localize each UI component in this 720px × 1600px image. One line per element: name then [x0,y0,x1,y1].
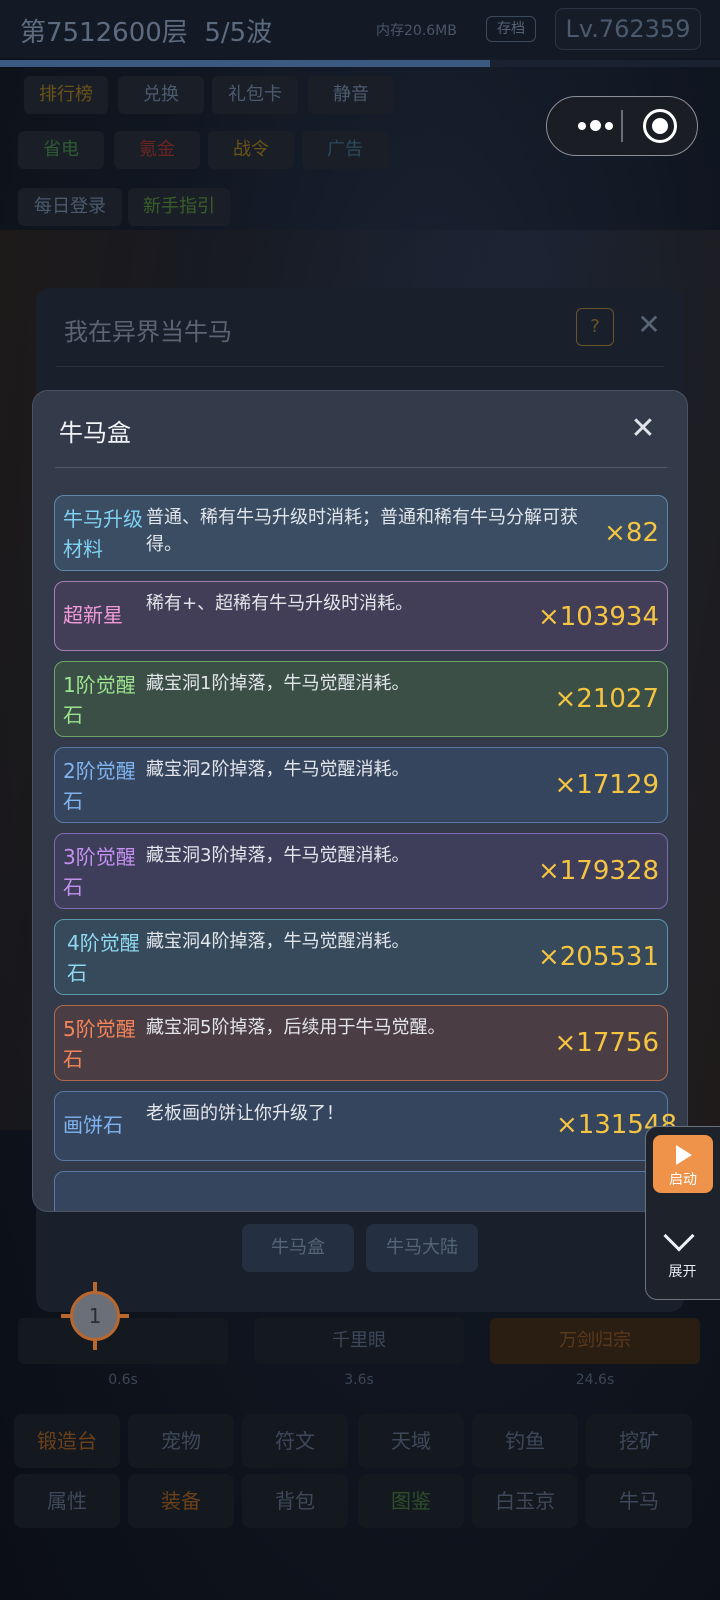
marker-tick-left [61,1314,71,1318]
chip-mute[interactable]: 静音 [308,76,394,114]
item-description: 藏宝洞1阶掉落，牛马觉醒消耗。 [146,673,410,694]
chip-ranking[interactable]: 排行榜 [24,76,108,114]
item-description: 稀有+、超稀有牛马升级时消耗。 [146,593,414,614]
more-options-icon[interactable] [567,97,623,154]
nav-equipment[interactable]: 装备 [128,1474,234,1528]
skill-slot-3[interactable]: 万剑归宗 [490,1318,700,1364]
memory-usage: 内存20.6MB [376,23,457,39]
step-marker: 1 [70,1291,120,1341]
list-item-partial [54,1171,668,1211]
save-button[interactable]: 存档 [486,16,536,42]
nav-mining[interactable]: 挖矿 [586,1414,692,1468]
item-name: 画饼石 [63,1113,123,1137]
tab-niuma-continent[interactable]: 牛马大陆 [366,1224,478,1272]
chip-gift-card[interactable]: 礼包卡 [212,76,298,114]
item-count: ×21027 [554,684,660,714]
auto-battle-panel: 启动 展开 [645,1126,720,1300]
item-count: ×103934 [537,602,659,632]
item-count: ×82 [604,518,659,548]
nav-attributes[interactable]: 属性 [14,1474,120,1528]
chip-ads[interactable]: 广告 [302,131,388,169]
list-item: 画饼石 老板画的饼让你升级了！ ×131548 [54,1091,677,1161]
menu-divider [621,110,623,142]
list-item: 超新星 稀有+、超稀有牛马升级时消耗。 ×103934 [54,581,668,651]
play-icon [676,1145,692,1165]
wave-progress-bar [0,60,720,67]
chip-exchange[interactable]: 兑换 [118,76,204,114]
chip-recharge[interactable]: 氪金 [114,131,200,169]
background-dialog-title: 我在异界当牛马 [64,318,232,346]
item-name: 3阶觉醒石 [63,845,136,899]
item-count: ×17756 [554,1028,660,1058]
list-item: 牛马升级材料 普通、稀有牛马升级时消耗；普通和稀有牛马分解可获得。 ×82 [54,495,668,571]
floor-wave-text: 第7512600层 5/5波 [20,12,272,49]
wave-progress-fill [0,60,490,67]
nav-forge[interactable]: 锻造台 [14,1414,120,1468]
list-item: 1阶觉醒石 藏宝洞1阶掉落，牛马觉醒消耗。 ×21027 [54,661,668,737]
item-count: ×205531 [537,942,659,972]
dialog-title: 牛马盒 [59,419,131,447]
skill-cooldown-2: 3.6s [344,1372,374,1388]
marker-tick-top [93,1282,97,1292]
item-name: 2阶觉醒石 [63,759,136,813]
item-description: 藏宝洞3阶掉落，牛马觉醒消耗。 [146,845,410,866]
list-item: 5阶觉醒石 藏宝洞5阶掉落，后续用于牛马觉醒。 ×17756 [54,1005,668,1081]
nav-codex[interactable]: 图鉴 [358,1474,464,1528]
marker-tick-bottom [93,1340,97,1350]
level-display: Lv.762359 [555,8,701,50]
start-label: 启动 [669,1172,697,1188]
screen: 第7512600层 5/5波 内存20.6MB 存档 Lv.762359 排行榜… [0,0,720,1600]
item-count: ×179328 [537,856,659,886]
skill-cooldown-3: 24.6s [575,1372,615,1388]
nav-white-jade-city[interactable]: 白玉京 [472,1474,578,1528]
chevron-down-icon[interactable] [663,1220,695,1252]
dialog-divider [55,467,667,468]
tab-niuma-box[interactable]: 牛马盒 [242,1224,354,1272]
chip-beginner-guide[interactable]: 新手指引 [128,188,230,226]
expand-label[interactable]: 展开 [646,1261,719,1281]
item-description: 普通、稀有牛马升级时消耗；普通和稀有牛马分解可获得。 [146,507,578,555]
chip-power-save[interactable]: 省电 [18,131,104,169]
item-count: ×17129 [554,770,660,800]
nav-backpack[interactable]: 背包 [242,1474,348,1528]
skill-slot-1[interactable] [18,1318,228,1364]
item-list[interactable]: 牛马升级材料 普通、稀有牛马升级时消耗；普通和稀有牛马分解可获得。 ×82 超新… [33,495,687,1211]
skill-slot-2[interactable]: 千里眼 [254,1318,464,1364]
wave-label: 5/5波 [204,18,273,48]
close-mini-program-icon[interactable] [643,109,677,143]
background-close-icon[interactable]: ✕ [632,308,666,342]
niuma-box-dialog: 牛马盒 ✕ 牛马升级材料 普通、稀有牛马升级时消耗；普通和稀有牛马分解可获得。 … [32,390,688,1212]
item-name: 1阶觉醒石 [63,673,136,727]
item-description: 老板画的饼让你升级了！ [146,1103,344,1124]
skill-cooldown-1: 0.6s [108,1372,138,1388]
item-name: 牛马升级材料 [63,507,143,561]
list-item: 4阶觉醒石 藏宝洞4阶掉落，牛马觉醒消耗。 ×205531 [54,919,668,995]
nav-niuma[interactable]: 牛马 [586,1474,692,1528]
nav-fishing[interactable]: 钓鱼 [472,1414,578,1468]
item-description: 藏宝洞4阶掉落，牛马觉醒消耗。 [146,931,410,952]
step-marker-number: 1 [88,1304,102,1328]
list-item: 2阶觉醒石 藏宝洞2阶掉落，牛马觉醒消耗。 ×17129 [54,747,668,823]
start-button[interactable]: 启动 [653,1135,713,1193]
chip-battle-pass[interactable]: 战令 [208,131,294,169]
top-status-bar: 第7512600层 5/5波 内存20.6MB 存档 Lv.762359 [0,0,720,58]
floor-label: 第7512600层 [20,18,188,48]
list-item: 3阶觉醒石 藏宝洞3阶掉落，牛马觉醒消耗。 ×179328 [54,833,668,909]
item-description: 藏宝洞2阶掉落，牛马觉醒消耗。 [146,759,410,780]
divider [56,366,664,367]
nav-rune[interactable]: 符文 [242,1414,348,1468]
item-description: 藏宝洞5阶掉落，后续用于牛马觉醒。 [146,1017,446,1038]
nav-pet[interactable]: 宠物 [128,1414,234,1468]
marker-tick-right [119,1314,129,1318]
item-name: 超新星 [63,603,123,627]
item-name: 5阶觉醒石 [63,1017,136,1071]
mini-program-menu [546,96,698,156]
nav-sky-realm[interactable]: 天域 [358,1414,464,1468]
close-icon[interactable]: ✕ [625,411,661,447]
chip-daily-login[interactable]: 每日登录 [18,188,122,226]
item-name: 4阶觉醒石 [67,931,140,985]
help-icon[interactable]: ? [576,308,614,346]
